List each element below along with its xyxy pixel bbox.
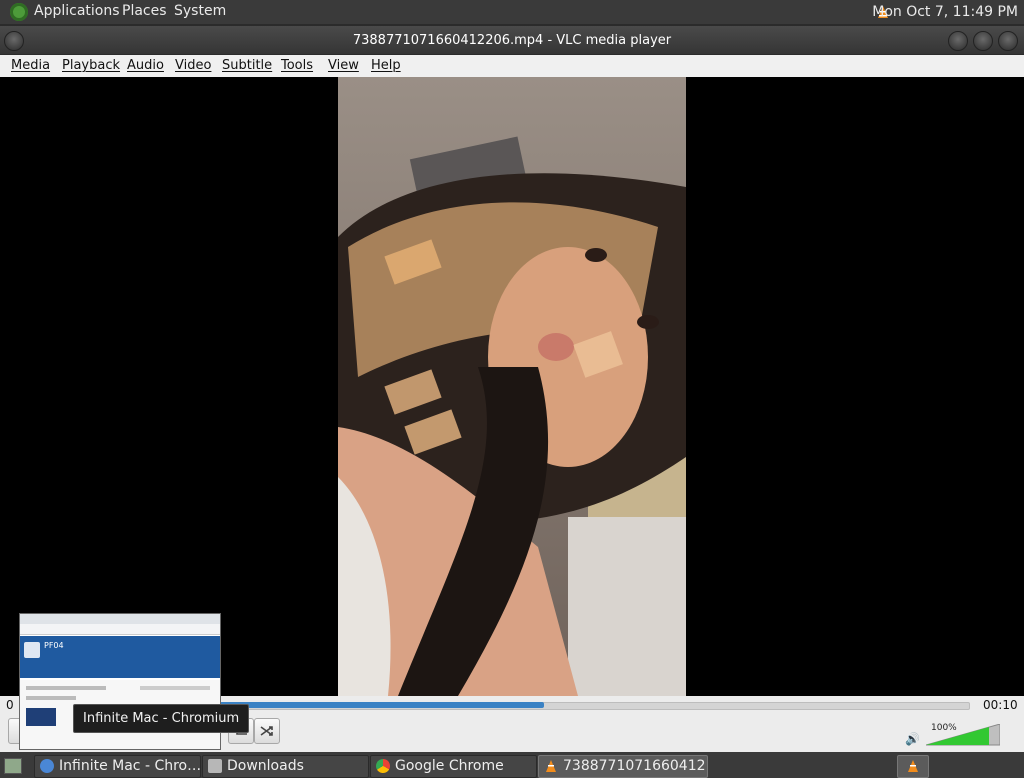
minimize-button[interactable] <box>948 31 968 51</box>
thumb-avatar <box>24 642 40 658</box>
task-label: 7388771071660412… <box>563 758 708 774</box>
window-title: 7388771071660412206.mp4 - VLC media play… <box>352 33 672 48</box>
menu-view[interactable]: View <box>328 58 359 73</box>
task-infinite-mac[interactable]: Infinite Mac - Chro… <box>34 755 201 778</box>
maximize-button[interactable] <box>973 31 993 51</box>
chrome-icon <box>376 759 390 773</box>
menu-tools[interactable]: Tools <box>281 58 313 73</box>
top-panel: Applications Places System Mon Oct 7, 11… <box>0 0 1024 24</box>
thumb-tabbar <box>20 614 220 624</box>
task-google-chrome[interactable]: Google Chrome <box>370 755 537 778</box>
menu-audio[interactable]: Audio <box>127 58 164 73</box>
menu-bar: Media Playback Audio Video Subtitle Tool… <box>0 55 1024 78</box>
menu-playback[interactable]: Playback <box>62 58 120 73</box>
show-desktop-icon[interactable] <box>4 758 22 774</box>
video-frame[interactable] <box>338 77 686 696</box>
folder-icon <box>208 759 222 773</box>
volume-slider[interactable] <box>926 724 1000 746</box>
task-label: Downloads <box>227 758 304 774</box>
menu-help[interactable]: Help <box>371 58 401 73</box>
shuffle-button[interactable] <box>254 718 280 744</box>
task-downloads[interactable]: Downloads <box>202 755 369 778</box>
shuffle-icon <box>260 726 273 736</box>
task-label: Google Chrome <box>395 758 504 774</box>
elapsed-time: 0 <box>6 698 14 712</box>
menu-places[interactable]: Places <box>122 3 167 19</box>
vlc-workspace-icon <box>908 760 918 772</box>
thumb-page-heading: PF04 <box>44 641 64 650</box>
window-preview-tooltip: Infinite Mac - Chromium <box>73 704 250 733</box>
menu-video[interactable]: Video <box>175 58 211 73</box>
workspace-switcher[interactable] <box>897 755 929 778</box>
applications-icon[interactable] <box>10 3 28 21</box>
menu-media[interactable]: Media <box>11 58 50 73</box>
menu-applications[interactable]: Applications <box>34 3 120 19</box>
menu-subtitle[interactable]: Subtitle <box>222 58 272 73</box>
menu-system[interactable]: System <box>174 3 226 19</box>
chromium-icon <box>40 759 54 773</box>
total-time: 00:10 <box>983 698 1018 712</box>
task-label: Infinite Mac - Chro… <box>59 758 201 774</box>
window-titlebar[interactable]: 7388771071660412206.mp4 - VLC media play… <box>0 26 1024 54</box>
clock[interactable]: Mon Oct 7, 11:49 PM <box>872 4 1018 20</box>
volume-icon[interactable]: 🔊 <box>905 732 920 746</box>
thumb-header: PF04 <box>20 636 220 678</box>
taskbar: Infinite Mac - Chro… Downloads Google Ch… <box>0 752 1024 778</box>
thumb-addressbar <box>20 624 220 635</box>
video-image <box>338 77 686 696</box>
close-button[interactable] <box>998 31 1018 51</box>
task-vlc[interactable]: 7388771071660412… <box>538 755 708 778</box>
vlc-icon <box>546 760 556 772</box>
